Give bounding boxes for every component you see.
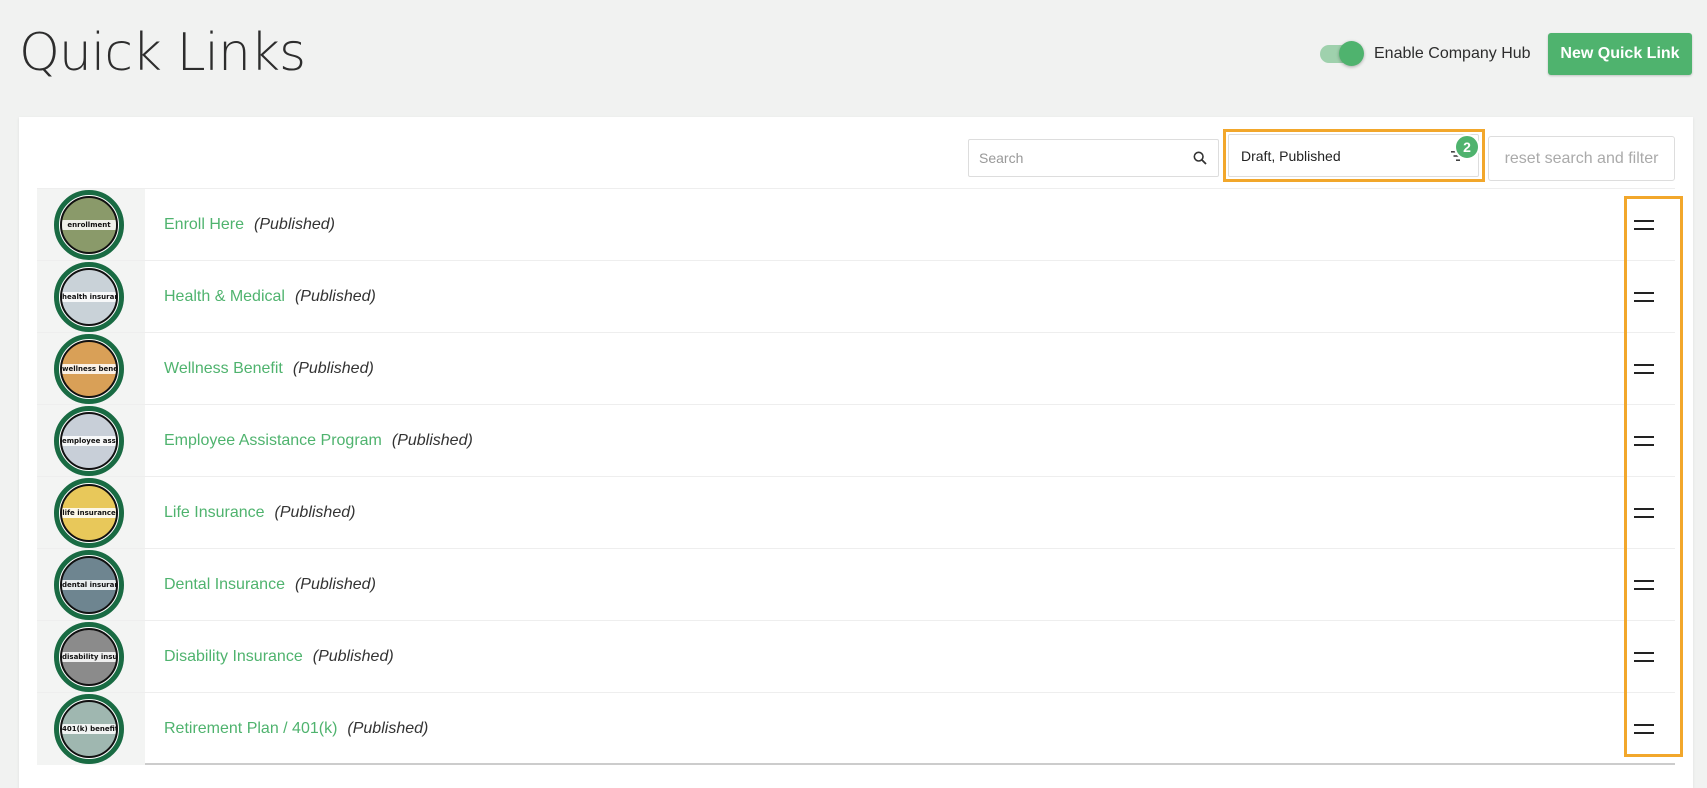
thumbnail-label: employee assistance: [62, 435, 118, 446]
thumbnail-image: wellness benefits: [60, 339, 118, 398]
thumbnail-label: wellness benefits: [62, 363, 118, 374]
search-placeholder: Search: [979, 150, 1024, 166]
quick-link-title[interactable]: Retirement Plan / 401(k): [164, 720, 337, 738]
quick-link-thumbnail: wellness benefits: [37, 332, 145, 405]
thumbnail-label: dental insurance: [62, 579, 116, 590]
filter-value: Draft, Published: [1241, 147, 1341, 164]
thumbnail-image: dental insurance: [60, 555, 118, 614]
thumbnail-image: enrollment: [60, 195, 118, 254]
thumbnail-ring: dental insurance: [54, 549, 124, 620]
list-item[interactable]: health insurance Health & Medical (Publish…: [37, 260, 1675, 333]
thumbnail-ring: disability insurance: [54, 621, 124, 692]
filter-count-badge: 2: [1454, 134, 1480, 160]
quick-link-thumbnail: life insurance: [37, 476, 145, 549]
quick-link-title[interactable]: Dental Insurance: [164, 576, 285, 594]
quick-link-thumbnail: dental insurance: [37, 548, 145, 621]
thumbnail-image: 401(k) benefits: [60, 699, 118, 758]
quick-link-status: (Published): [274, 503, 356, 521]
status-filter-select[interactable]: Draft, Published: [1228, 134, 1479, 177]
thumbnail-image: employee assistance: [60, 411, 118, 470]
thumbnail-ring: health insurance: [54, 261, 124, 332]
quick-link-title[interactable]: Employee Assistance Program: [164, 432, 382, 450]
quick-link-status: (Published): [254, 215, 335, 233]
search-input[interactable]: Search: [968, 139, 1219, 177]
quick-link-status: (Published): [292, 359, 374, 377]
quick-link-thumbnail: health insurance: [37, 260, 145, 333]
quick-links-list: enrollment Enroll Here (Published) health i…: [37, 188, 1675, 765]
quick-link-title[interactable]: Enroll Here: [164, 216, 244, 234]
thumbnail-label: disability insurance: [62, 651, 118, 662]
list-item[interactable]: wellness benefits Wellness Benefit (Publis…: [37, 332, 1675, 405]
thumbnail-ring: 401(k) benefits: [54, 693, 124, 764]
quick-links-panel: Search Draft, Published 2 reset search a…: [19, 117, 1693, 788]
list-item[interactable]: enrollment Enroll Here (Published): [37, 188, 1675, 261]
quick-link-title[interactable]: Wellness Benefit: [164, 360, 283, 378]
thumbnail-image: health insurance: [60, 267, 118, 326]
thumbnail-label: health insurance: [62, 291, 116, 302]
company-hub-toggle[interactable]: [1320, 41, 1364, 66]
drag-handles-highlight: [1624, 196, 1683, 757]
thumbnail-image: life insurance: [60, 483, 118, 542]
list-item[interactable]: life insurance Life Insurance (Published): [37, 476, 1675, 549]
enable-company-hub[interactable]: Enable Company Hub: [1320, 40, 1531, 68]
quick-link-thumbnail: 401(k) benefits: [37, 692, 145, 765]
page-title: Quick Links: [19, 23, 306, 83]
quick-link-title[interactable]: Health & Medical: [164, 288, 285, 306]
quick-link-thumbnail: disability insurance: [37, 620, 145, 693]
quick-link-status: (Published): [294, 287, 376, 305]
quick-link-status: (Published): [391, 431, 473, 449]
list-item[interactable]: 401(k) benefits Retirement Plan / 401(k) (…: [37, 692, 1675, 765]
search-icon[interactable]: [1192, 150, 1208, 166]
thumbnail-ring: employee assistance: [54, 405, 124, 476]
quick-link-title[interactable]: Disability Insurance: [164, 648, 303, 666]
quick-link-status: (Published): [312, 647, 394, 665]
toggle-knob[interactable]: [1339, 41, 1364, 66]
thumbnail-image: disability insurance: [60, 627, 118, 686]
quick-link-status: (Published): [347, 719, 429, 737]
reset-search-filter-button[interactable]: reset search and filter: [1488, 136, 1675, 181]
quick-link-thumbnail: employee assistance: [37, 404, 145, 477]
thumbnail-label: 401(k) benefits: [62, 723, 118, 734]
thumbnail-label: life insurance: [62, 507, 116, 518]
list-item[interactable]: disability insurance Disability Insurance…: [37, 620, 1675, 693]
quick-link-title[interactable]: Life Insurance: [164, 504, 265, 522]
thumbnail-label: enrollment: [62, 219, 116, 230]
quick-link-status: (Published): [294, 575, 376, 593]
company-hub-label: Enable Company Hub: [1374, 45, 1531, 62]
quick-link-thumbnail: enrollment: [37, 188, 145, 261]
list-item[interactable]: dental insurance Dental Insurance (Publish…: [37, 548, 1675, 621]
new-quick-link-button[interactable]: New Quick Link: [1548, 33, 1692, 75]
thumbnail-ring: enrollment: [54, 189, 124, 260]
list-item[interactable]: employee assistance Employee Assistance P…: [37, 404, 1675, 477]
thumbnail-ring: life insurance: [54, 477, 124, 548]
thumbnail-ring: wellness benefits: [54, 333, 124, 404]
